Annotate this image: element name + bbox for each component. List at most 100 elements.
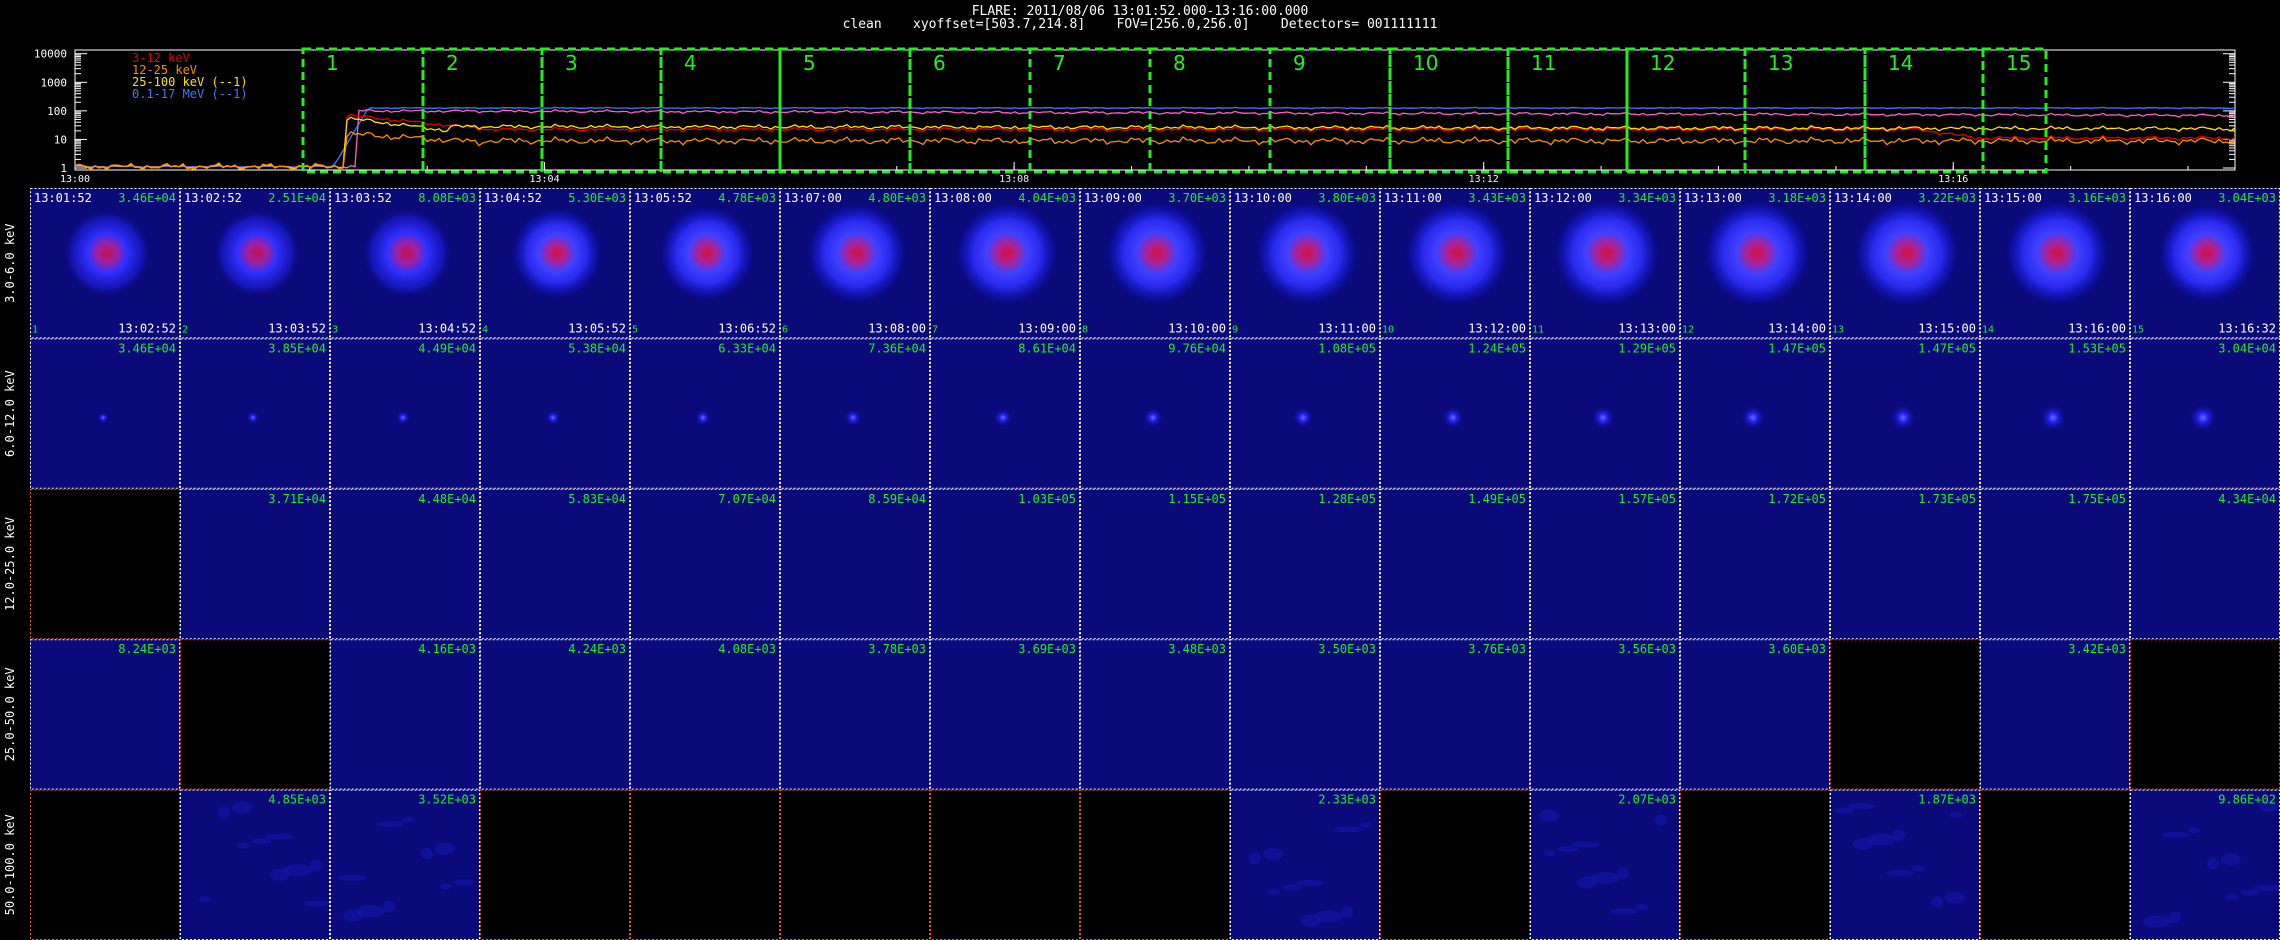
- max-value-label: 3.46E+04: [118, 191, 176, 205]
- image-cell: 7.36E+04: [780, 338, 930, 489]
- source-blob: [246, 411, 260, 425]
- cell-background: [1080, 488, 1230, 640]
- start-time-label: 13:12:00: [1534, 191, 1592, 205]
- noise-patch: [376, 821, 404, 828]
- noise-patch: [1617, 867, 1629, 880]
- image-cell: 8.24E+03: [30, 639, 180, 790]
- source-blob: [1142, 407, 1164, 428]
- image-cell: 5.38E+04: [480, 338, 630, 489]
- interval-index: 1: [32, 324, 38, 335]
- interval-index: 15: [2132, 324, 2144, 335]
- cell-background: [1980, 789, 2130, 940]
- end-time-label: 13:15:00: [1918, 321, 1976, 335]
- max-value-label: 3.34E+03: [1618, 191, 1676, 205]
- noise-patch: [237, 842, 249, 849]
- max-value-label: 8.59E+04: [868, 492, 926, 506]
- interval-index: 5: [632, 324, 638, 335]
- image-cell: 9.76E+04: [1080, 338, 1230, 489]
- cell-background: [330, 488, 480, 640]
- noise-patch: [1249, 852, 1261, 865]
- noise-patch: [435, 842, 455, 855]
- image-cell: 3.60E+03: [1680, 639, 1830, 790]
- start-time-label: 13:11:00: [1384, 191, 1442, 205]
- noise-patch: [1636, 904, 1648, 910]
- cell-background: [630, 488, 780, 640]
- cell-background: [930, 639, 1080, 790]
- image-cell: 4.49E+04: [330, 338, 480, 489]
- source-blob: [1591, 405, 1615, 430]
- max-value-label: 1.03E+05: [1018, 492, 1076, 506]
- cell-background: [480, 488, 630, 640]
- noise-patch: [1268, 888, 1280, 895]
- noise-patch: [2169, 911, 2181, 924]
- image-cell: 1.87E+03: [1830, 789, 1980, 940]
- noise-patch: [1282, 884, 1302, 891]
- image-cell: 4.78E+03 13:05:52 13:06:52 5: [626, 172, 788, 339]
- source-blob: [63, 209, 151, 297]
- image-cell: 1.47E+05: [1680, 338, 1830, 489]
- source-blob: [362, 208, 452, 299]
- max-value-label: 5.30E+03: [568, 191, 626, 205]
- noise-patch: [2221, 853, 2241, 866]
- image-cell: 4.48E+04: [330, 488, 480, 640]
- noise-patch: [251, 838, 271, 845]
- noise-patch: [2226, 894, 2238, 900]
- image-cell: 4.34E+04: [2130, 488, 2280, 640]
- interval-index: 10: [1382, 324, 1394, 335]
- image-cell: [1080, 789, 1230, 940]
- image-cell: 4.24E+03: [480, 639, 630, 790]
- cell-background: [1680, 639, 1830, 790]
- cell-background: [1380, 639, 1530, 790]
- noise-patch: [1315, 910, 1343, 923]
- max-value-label: 1.29E+05: [1618, 341, 1676, 355]
- image-grid: 3.0-6.0 keV 3.46E+04 13:01:52 13:02:52 1 2.51…: [3, 163, 2280, 940]
- noise-patch: [1360, 822, 1372, 828]
- max-value-label: 1.72E+05: [1768, 492, 1826, 506]
- max-value-label: 1.08E+05: [1318, 341, 1376, 355]
- interval-index: 6: [782, 324, 788, 335]
- cell-background: [1080, 639, 1230, 790]
- source-blob: [1554, 200, 1660, 307]
- max-value-label: 4.08E+03: [718, 642, 776, 656]
- noise-patch: [2143, 915, 2171, 928]
- image-cell: 6.33E+04: [630, 338, 780, 489]
- noise-patch: [1341, 906, 1353, 918]
- cell-background: [780, 639, 930, 790]
- max-value-label: 3.42E+03: [2068, 642, 2126, 656]
- image-cell: 3.70E+03 13:09:00 13:10:00 8: [1069, 166, 1245, 341]
- end-time-label: 13:10:00: [1168, 321, 1226, 335]
- cell-background: [1980, 488, 2130, 640]
- noise-patch: [2188, 827, 2200, 834]
- max-value-label: 3.69E+03: [1018, 642, 1076, 656]
- cell-background: [1680, 789, 1830, 940]
- image-cell: 2.51E+04 13:02:52 13:03:52 2: [180, 178, 332, 339]
- source-blob: [2039, 403, 2067, 432]
- end-time-label: 13:11:00: [1318, 321, 1376, 335]
- image-cell: 1.73E+05: [1830, 488, 1980, 640]
- max-value-label: 4.04E+03: [1018, 191, 1076, 205]
- start-time-label: 13:07:00: [784, 191, 842, 205]
- max-value-label: 3.71E+04: [268, 492, 326, 506]
- image-cell: 1.75E+05: [1980, 488, 2130, 640]
- cell-background: [1380, 488, 1530, 640]
- cell-background: [930, 488, 1080, 640]
- max-value-label: 3.48E+03: [1168, 642, 1226, 656]
- image-cell: 4.85E+03: [180, 789, 331, 940]
- max-value-label: 1.73E+05: [1918, 492, 1976, 506]
- image-cell: [1830, 639, 1980, 790]
- start-time-label: 13:08:00: [934, 191, 992, 205]
- image-cell: 3.46E+04 13:01:52 13:02:52 1: [30, 178, 182, 339]
- source-blob: [545, 409, 561, 426]
- interval-index: 4: [482, 324, 488, 335]
- cell-background: [2130, 488, 2280, 640]
- max-value-label: 3.18E+03: [1768, 191, 1826, 205]
- interval-index: 12: [1682, 324, 1694, 335]
- image-cell: 1.28E+05: [1230, 488, 1380, 640]
- max-value-label: 2.33E+03: [1318, 793, 1376, 807]
- max-value-label: 8.61E+04: [1018, 341, 1076, 355]
- image-cell: 3.78E+03: [780, 639, 930, 790]
- cell-background: [930, 789, 1080, 940]
- image-cell: 1.08E+05: [1230, 338, 1380, 489]
- max-value-label: 3.43E+03: [1468, 191, 1526, 205]
- max-value-label: 4.85E+03: [268, 793, 326, 807]
